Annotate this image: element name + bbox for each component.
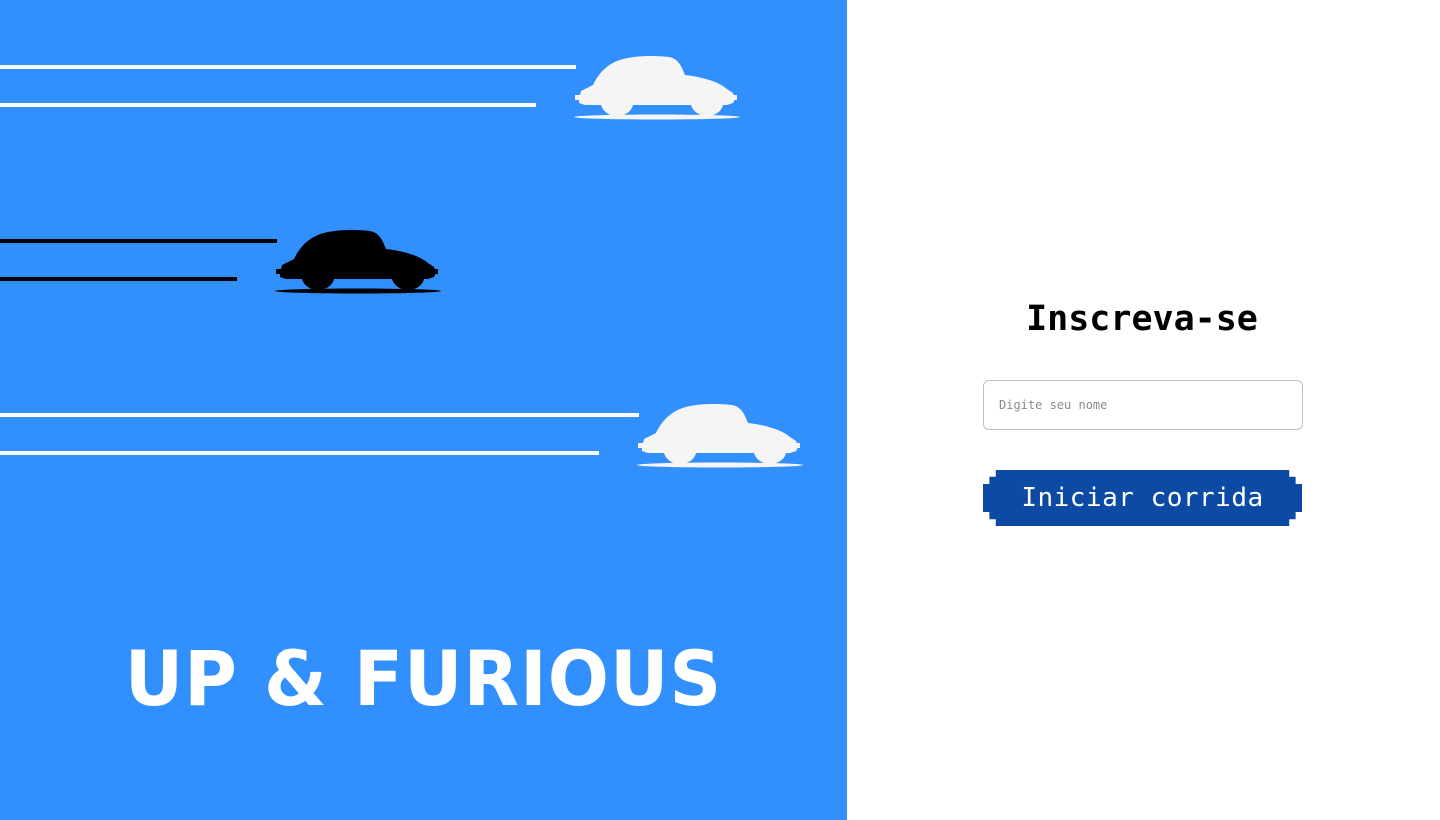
speed-line <box>0 239 277 243</box>
car-icon <box>574 56 740 120</box>
start-race-button[interactable]: Iniciar corrida <box>983 470 1302 526</box>
speed-line <box>0 103 536 107</box>
speed-line <box>0 277 237 281</box>
signup-panel: Inscreva-se Iniciar corrida <box>847 0 1440 820</box>
name-input[interactable] <box>983 380 1303 430</box>
car-icon <box>637 404 803 468</box>
speed-line <box>0 65 576 69</box>
brand-title: UP & FURIOUS <box>124 634 723 724</box>
car-icon <box>275 230 441 294</box>
hero-panel: UP & FURIOUS <box>0 0 847 820</box>
start-race-button-label: Iniciar corrida <box>1021 483 1264 513</box>
speed-line <box>0 451 599 455</box>
signup-title: Inscreva-se <box>1026 299 1258 339</box>
speed-line <box>0 413 639 417</box>
